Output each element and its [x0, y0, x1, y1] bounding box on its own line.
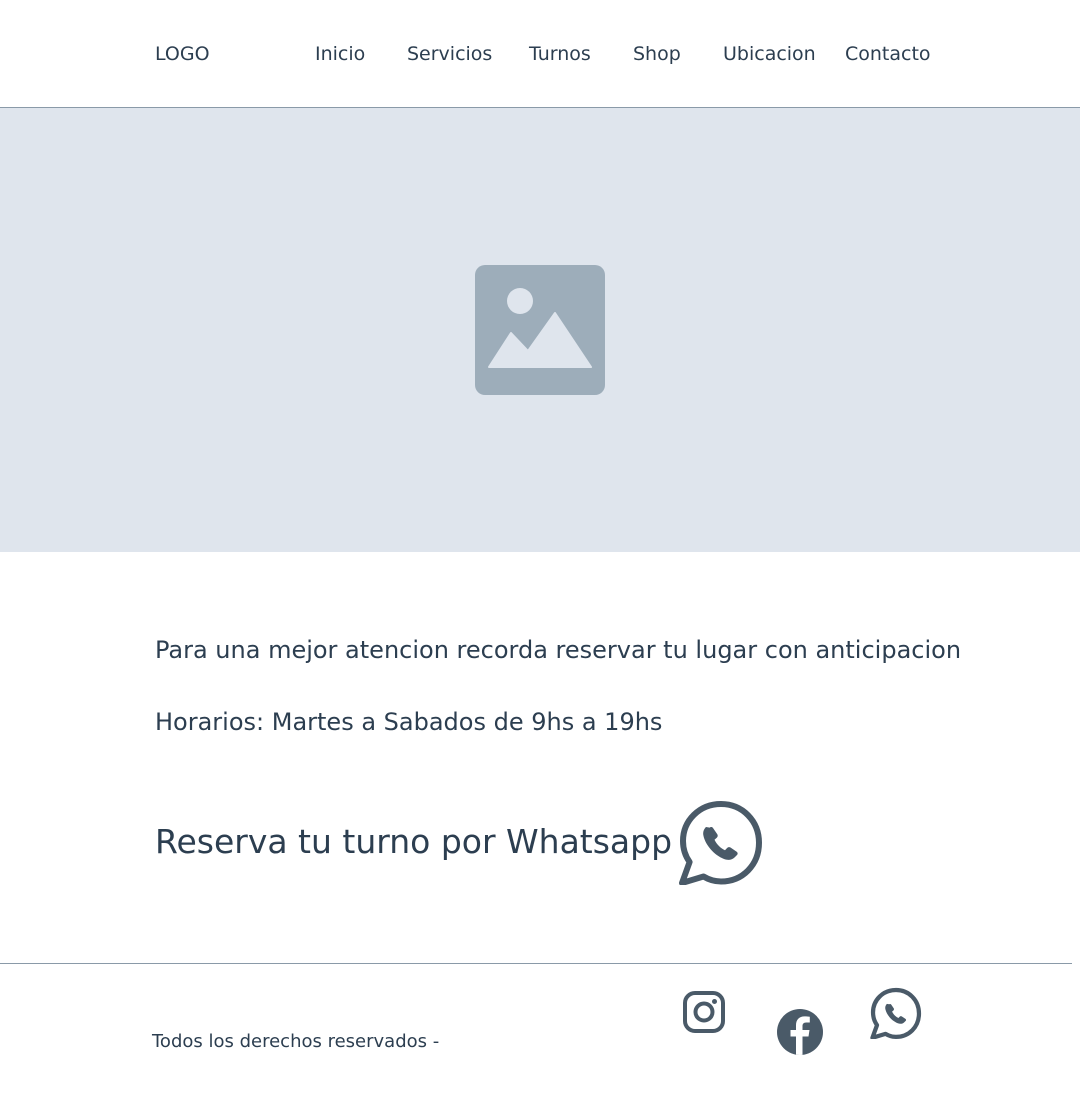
nav-item-shop[interactable]: Shop	[633, 42, 681, 66]
copyright-text: Todos los derechos reservados -	[152, 1031, 440, 1052]
instagram-icon[interactable]	[682, 990, 726, 1034]
nav-item-inicio[interactable]: Inicio	[315, 42, 365, 66]
hours-text: Horarios: Martes a Sabados de 9hs a 19hs	[155, 708, 663, 736]
whatsapp-icon[interactable]	[870, 987, 922, 1039]
hero-image	[0, 108, 1080, 552]
nav-item-turnos[interactable]: Turnos	[529, 42, 591, 66]
whatsapp-icon[interactable]	[678, 799, 764, 885]
nav-item-servicios[interactable]: Servicios	[407, 42, 492, 66]
logo[interactable]: LOGO	[155, 42, 210, 66]
site-header: LOGO Inicio Servicios Turnos Shop Ubicac…	[0, 0, 1080, 108]
nav-item-ubicacion[interactable]: Ubicacion	[723, 42, 816, 66]
nav-item-contacto[interactable]: Contacto	[845, 42, 931, 66]
facebook-icon[interactable]	[776, 1008, 824, 1056]
reminder-text: Para una mejor atencion recorda reservar…	[155, 636, 962, 664]
whatsapp-booking-link[interactable]: Reserva tu turno por Whatsapp	[155, 822, 672, 862]
footer-divider	[0, 963, 1072, 964]
image-placeholder-icon	[475, 265, 605, 395]
